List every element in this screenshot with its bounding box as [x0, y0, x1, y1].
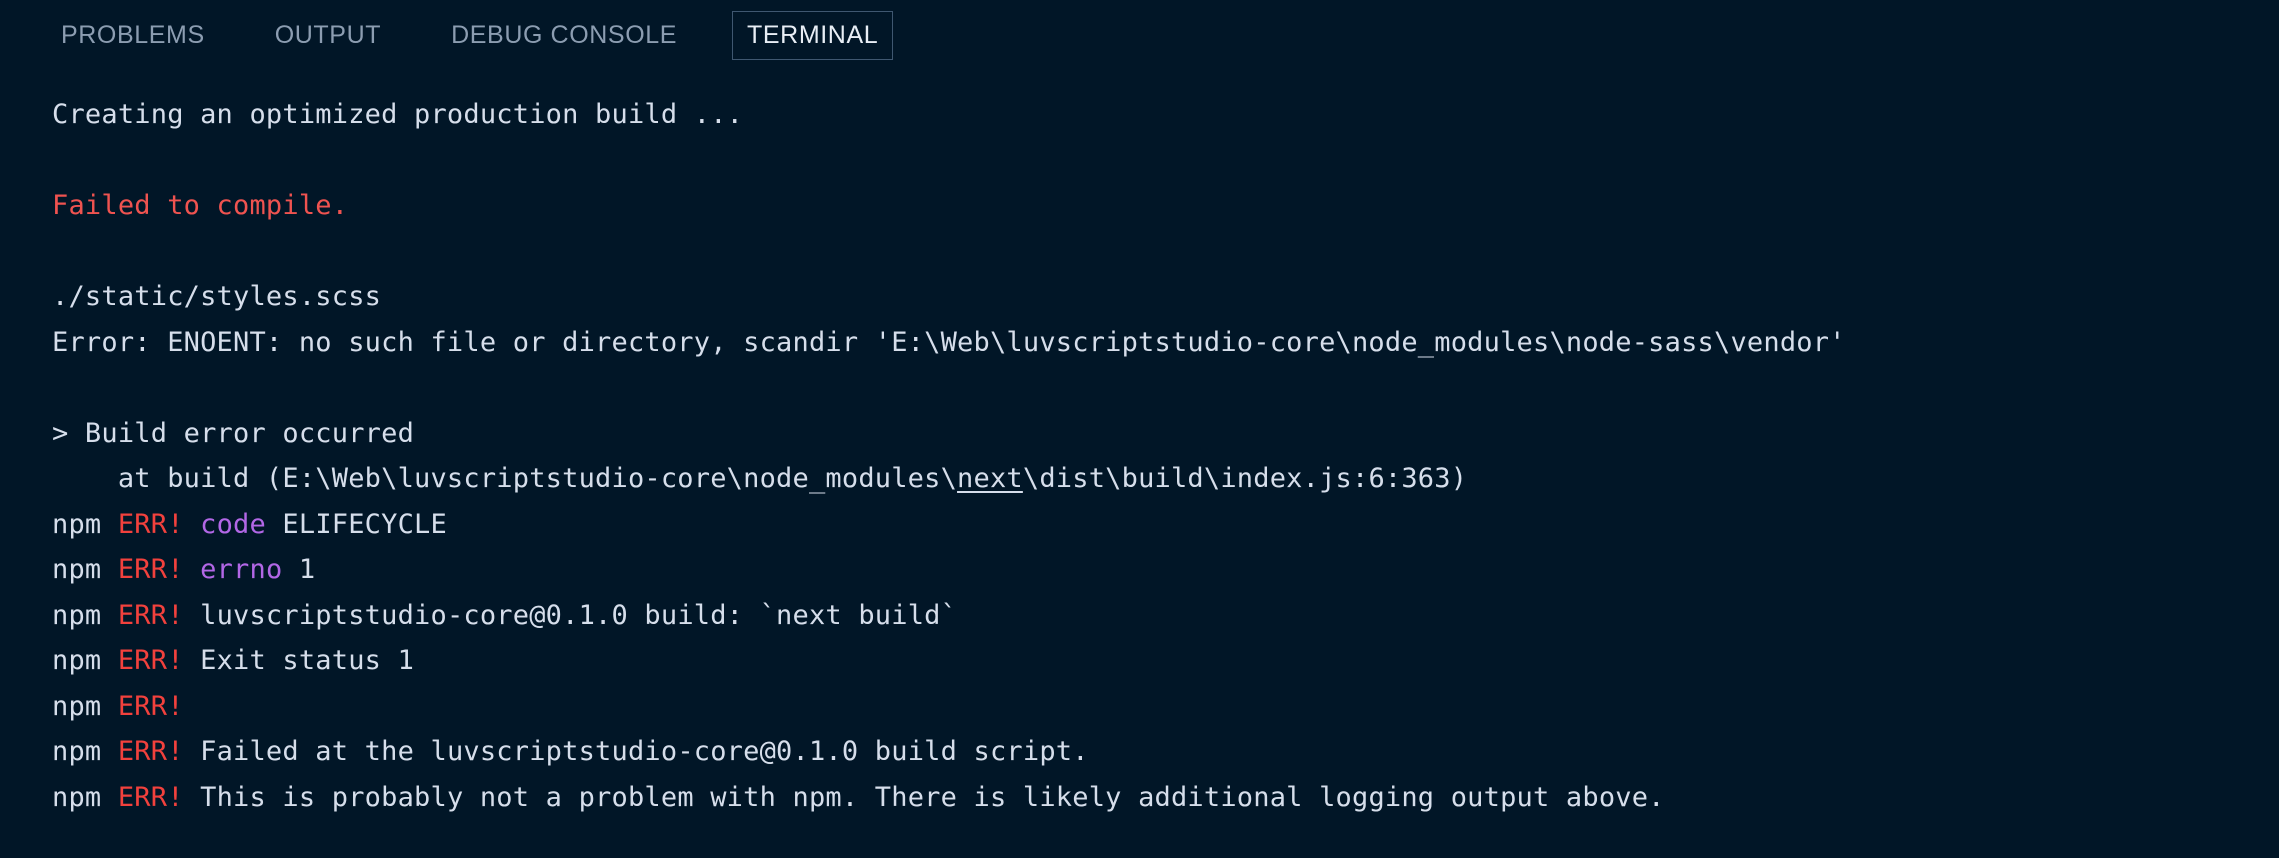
terminal-text: Creating an optimized production build .… — [52, 99, 744, 130]
terminal-text: errno — [200, 554, 283, 585]
tab-debug-console[interactable]: DEBUG CONSOLE — [436, 11, 692, 60]
line-stack-at-build: at build (E:\Web\luvscriptstudio-core\no… — [52, 456, 2279, 502]
tab-terminal[interactable]: TERMINAL — [732, 10, 894, 60]
terminal-text: npm — [52, 736, 118, 767]
terminal-text: ERR! — [117, 690, 184, 722]
panel-tab-bar: PROBLEMS OUTPUT DEBUG CONSOLE TERMINAL — [0, 0, 2279, 70]
terminal-text: npm — [52, 645, 118, 676]
line-failed-to-compile: Failed to compile. — [52, 183, 2279, 229]
terminal-text: ERR! — [117, 736, 184, 767]
terminal-text: ERR! — [117, 645, 184, 676]
line-npm-exit-status: npm ERR! Exit status 1 — [52, 638, 2279, 684]
terminal-output[interactable]: Creating an optimized production build .… — [0, 70, 2279, 858]
line-npm-failed-at: npm ERR! Failed at the luvscriptstudio-c… — [52, 729, 2279, 775]
terminal-text: Error: ENOENT: no such file or directory… — [52, 326, 1846, 358]
terminal-text: code — [200, 508, 266, 540]
line-blank-1 — [52, 138, 2279, 184]
terminal-text: ./static/styles.scss — [52, 281, 382, 312]
line-npm-code: npm ERR! code ELIFECYCLE — [52, 502, 2279, 548]
terminal-text: This is probably not a problem with npm.… — [183, 781, 1665, 813]
terminal-text: Failed to compile. — [52, 190, 349, 221]
line-blank-3 — [52, 365, 2279, 411]
line-enoent-error: Error: ENOENT: no such file or directory… — [52, 320, 2279, 366]
terminal-text: at build (E:\Web\luvscriptstudio-core\no… — [52, 463, 958, 494]
terminal-link[interactable]: next — [957, 463, 1023, 494]
terminal-text: ERR! — [117, 599, 184, 631]
line-npm-probably-not: npm ERR! This is probably not a problem … — [52, 775, 2279, 821]
terminal-text: npm — [52, 599, 118, 631]
terminal-text: 1 — [282, 554, 316, 585]
terminal-text: ERR! — [117, 781, 184, 813]
terminal-text: npm — [52, 508, 118, 540]
line-scss-file: ./static/styles.scss — [52, 274, 2279, 320]
terminal-text: > Build error occurred — [52, 417, 415, 449]
tab-problems[interactable]: PROBLEMS — [46, 11, 220, 60]
terminal-text: ERR! — [117, 508, 184, 540]
tab-output[interactable]: OUTPUT — [260, 11, 396, 60]
terminal-text: ELIFECYCLE — [265, 508, 447, 540]
terminal-text: Exit status 1 — [183, 645, 415, 676]
terminal-text: \dist\build\index.js:6:363) — [1022, 463, 1468, 494]
line-npm-empty: npm ERR! — [52, 684, 2279, 730]
line-build-error-occurred: > Build error occurred — [52, 411, 2279, 457]
terminal-text: npm — [52, 781, 118, 813]
terminal-text: npm — [52, 690, 118, 722]
terminal-text: ERR! — [117, 554, 184, 585]
terminal-text: npm — [52, 554, 118, 585]
terminal-text: Failed at the luvscriptstudio-core@0.1.0… — [183, 736, 1089, 767]
line-npm-errno: npm ERR! errno 1 — [52, 547, 2279, 593]
terminal-text: luvscriptstudio-core@0.1.0 build: `next … — [183, 599, 958, 631]
line-npm-build-script: npm ERR! luvscriptstudio-core@0.1.0 buil… — [52, 593, 2279, 639]
line-blank-2 — [52, 229, 2279, 275]
terminal-panel: PROBLEMS OUTPUT DEBUG CONSOLE TERMINAL Crea… — [0, 0, 2279, 858]
line-creating-build: Creating an optimized production build .… — [52, 92, 2279, 138]
